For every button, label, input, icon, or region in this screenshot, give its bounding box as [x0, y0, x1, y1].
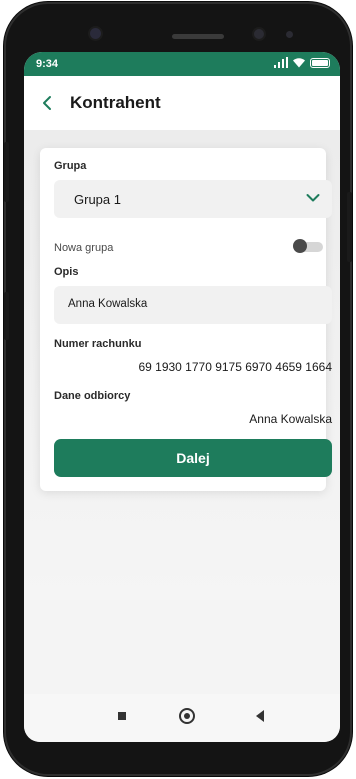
- group-select[interactable]: Grupa 1: [54, 180, 332, 218]
- battery-icon: [310, 57, 330, 68]
- group-select-value: Grupa 1: [74, 192, 121, 207]
- description-input[interactable]: Anna Kowalska: [54, 286, 332, 324]
- recents-icon[interactable]: [118, 712, 126, 720]
- account-number-label: Numer rachunku: [54, 338, 142, 350]
- chevron-left-icon[interactable]: [38, 93, 58, 113]
- page-title: Kontrahent: [70, 93, 161, 112]
- power-button: [347, 192, 352, 262]
- new-group-toggle[interactable]: [293, 239, 323, 253]
- wifi-icon: [293, 58, 305, 68]
- description-value: Anna Kowalska: [68, 298, 148, 310]
- volume-button: [4, 142, 9, 202]
- toggle-knob: [293, 239, 307, 253]
- home-icon[interactable]: [179, 708, 195, 724]
- top-bezel: [4, 2, 352, 52]
- account-number-value: 69 1930 1770 9175 6970 4659 1664: [138, 360, 332, 374]
- camera-icon: [90, 28, 101, 39]
- status-time: 9:34: [36, 58, 59, 70]
- recipient-label: Dane odbiorcy: [54, 390, 131, 402]
- signal-icon: [274, 57, 288, 68]
- next-button[interactable]: Dalej: [54, 439, 332, 477]
- status-bar: 9:34: [24, 52, 340, 76]
- contractor-form-card: Grupa Grupa 1 Nowa grupa Opis Anna Kowal…: [40, 148, 332, 491]
- recipient-value: Anna Kowalska: [249, 412, 332, 426]
- screen: 9:34 Kontrahent Grupa Grupa 1 Nowa grupa…: [24, 52, 340, 742]
- group-label: Grupa: [54, 160, 87, 172]
- new-group-label: Nowa grupa: [54, 242, 114, 254]
- description-label: Opis: [54, 266, 79, 278]
- android-nav-bar: [24, 694, 340, 742]
- speaker-grille: [172, 34, 224, 39]
- phone-frame: 9:34 Kontrahent Grupa Grupa 1 Nowa grupa…: [4, 2, 352, 776]
- front-camera-icon: [254, 29, 264, 39]
- status-icons: [274, 57, 330, 68]
- bixby-button: [4, 292, 9, 340]
- back-triangle-icon[interactable]: [256, 710, 264, 722]
- sensor-icon: [286, 31, 293, 38]
- app-header: Kontrahent: [24, 76, 340, 130]
- chevron-down-icon: [306, 194, 320, 202]
